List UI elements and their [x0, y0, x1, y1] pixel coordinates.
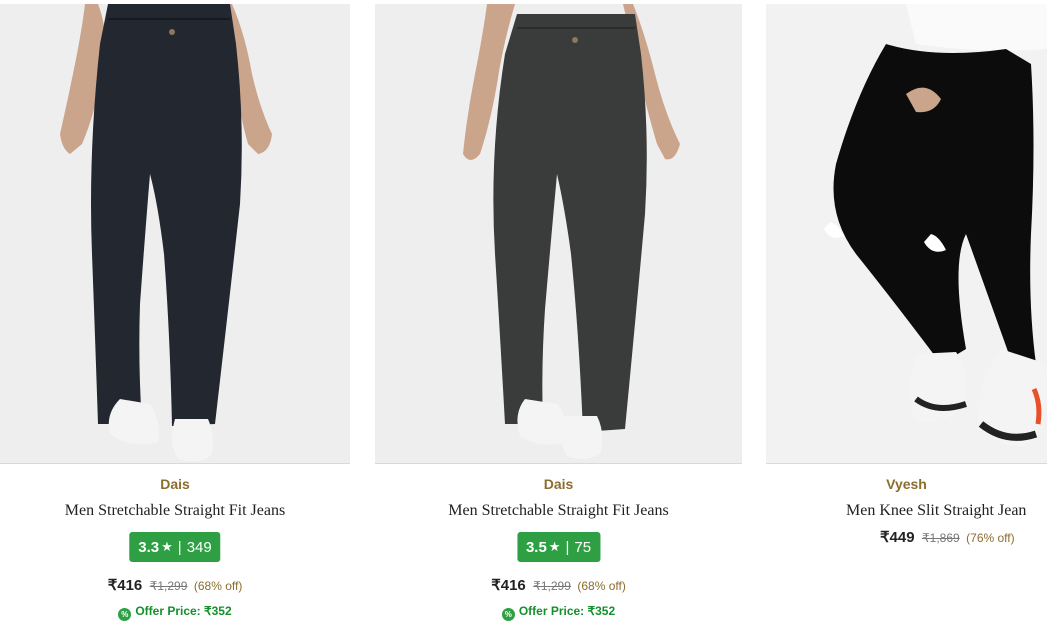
original-price: ₹1,299 — [533, 579, 571, 593]
offer-badge-icon: % — [118, 608, 132, 621]
review-count: 75 — [574, 538, 592, 556]
offer-badge-icon: % — [501, 608, 515, 621]
offer-price-text: Offer Price: ₹352 — [135, 604, 232, 618]
price-row: ₹449 ₹1,869 (76% off) — [880, 528, 1015, 547]
jeans-photo — [766, 4, 1047, 463]
rating-separator: | — [565, 538, 570, 556]
product-brand[interactable]: Dais — [0, 476, 350, 492]
product-title[interactable]: Men Stretchable Straight Fit Jeans — [0, 502, 350, 520]
price-row: ₹416 ₹1,299 (68% off) — [0, 576, 350, 595]
rating-value: 3.5 — [525, 538, 547, 556]
rating-value: 3.3 — [138, 538, 160, 556]
discount-label: (76% off) — [966, 531, 1015, 545]
discount-label: (68% off) — [193, 579, 243, 593]
selling-price: ₹416 — [491, 577, 526, 594]
product-card[interactable]: Dais Men Stretchable Straight Fit Jeans … — [375, 4, 742, 621]
rating-badge: 3.5 ★ | 75 — [516, 532, 601, 562]
product-brand[interactable]: Dais — [375, 476, 742, 492]
product-image[interactable] — [766, 4, 1047, 464]
product-card[interactable]: Dais Men Stretchable Straight Fit Jeans … — [0, 4, 350, 621]
star-icon: ★ — [548, 539, 561, 554]
review-count: 349 — [186, 538, 212, 556]
offer-price-text: Offer Price: ₹352 — [518, 604, 616, 618]
selling-price: ₹449 — [880, 529, 915, 546]
product-title[interactable]: Men Knee Slit Straight Jean — [846, 502, 1026, 520]
jeans-photo — [0, 4, 350, 463]
rating-badge: 3.3 ★ | 349 — [129, 532, 221, 562]
offer-price: % Offer Price: ₹352 — [0, 604, 350, 621]
product-image[interactable] — [375, 4, 742, 464]
product-image[interactable] — [0, 4, 350, 464]
discount-label: (68% off) — [577, 579, 626, 593]
price-row: ₹416 ₹1,299 (68% off) — [375, 576, 742, 595]
offer-price: % Offer Price: ₹352 — [375, 604, 742, 621]
selling-price: ₹416 — [107, 577, 143, 594]
product-card[interactable]: Vyesh Men Knee Slit Straight Jean ₹449 ₹… — [766, 4, 1047, 546]
jeans-photo — [375, 4, 742, 463]
product-brand[interactable]: Vyesh — [766, 476, 1047, 492]
rating-separator: | — [177, 538, 182, 556]
product-title[interactable]: Men Stretchable Straight Fit Jeans — [375, 502, 742, 520]
original-price: ₹1,869 — [922, 531, 960, 545]
original-price: ₹1,299 — [149, 579, 188, 593]
star-icon: ★ — [161, 539, 173, 554]
